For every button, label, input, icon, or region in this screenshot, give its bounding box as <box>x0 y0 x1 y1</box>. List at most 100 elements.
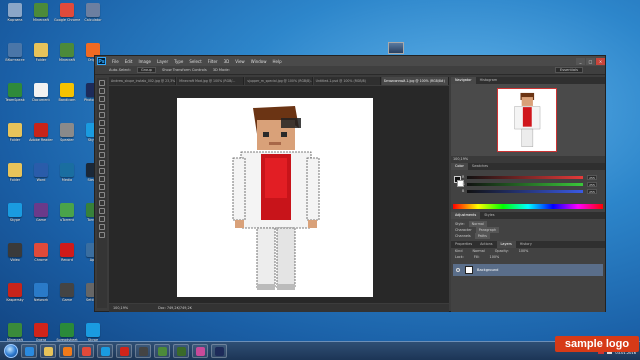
tab-layers[interactable]: Layers <box>496 241 516 248</box>
desktop-icon[interactable]: Adobe Reader <box>28 122 54 152</box>
desktop-icon[interactable]: uTorrent <box>54 202 80 232</box>
taskbar-item[interactable] <box>154 344 170 358</box>
lasso-tool-icon[interactable] <box>99 96 105 102</box>
blend-mode-dropdown[interactable]: Normal <box>472 249 484 253</box>
desktop-icon[interactable]: Bandicam <box>54 82 80 112</box>
desktop-icon[interactable]: Folder <box>28 42 54 72</box>
document-canvas[interactable] <box>177 98 373 297</box>
taskbar-item[interactable] <box>211 344 227 358</box>
color-value-field[interactable]: 255 <box>587 189 597 194</box>
tab-swatches[interactable]: Swatches <box>468 163 492 170</box>
menu-image[interactable]: Image <box>138 59 151 64</box>
layer-row[interactable]: Background <box>453 264 603 276</box>
desktop-icon[interactable]: Word <box>28 162 54 192</box>
document-tab-active[interactable]: Безымянный-1.jpg @ 100% (RGB/8#) <box>381 77 450 85</box>
desktop-icon[interactable]: Chrome <box>28 242 54 272</box>
fill-value[interactable]: 100% <box>490 255 500 259</box>
brush-tool-icon[interactable] <box>99 136 105 142</box>
desktop-icon[interactable]: Video <box>2 242 28 272</box>
tab-adjustments[interactable]: Adjustments <box>451 212 481 219</box>
menu-file[interactable]: File <box>112 59 119 64</box>
desktop-icon[interactable]: Kaspersky <box>2 282 28 312</box>
color-slider[interactable] <box>467 176 583 179</box>
menu-help[interactable]: Help <box>272 59 281 64</box>
blur-tool-icon[interactable] <box>99 176 105 182</box>
tab-actions[interactable]: Actions <box>476 241 496 248</box>
desktop-icon[interactable]: Folder <box>2 122 28 152</box>
workspace-dropdown[interactable]: Essentials <box>555 67 583 73</box>
menu-layer[interactable]: Layer <box>157 59 168 64</box>
desktop-icon[interactable]: ВКонтакте <box>2 42 28 72</box>
desktop-icon[interactable]: Корзина <box>2 2 28 32</box>
desktop-icon[interactable]: Speaker <box>54 122 80 152</box>
tab-paths[interactable]: Paths <box>474 233 490 239</box>
menu-view[interactable]: View <box>235 59 245 64</box>
dodge-tool-icon[interactable] <box>99 184 105 190</box>
hand-tool-icon[interactable] <box>99 224 105 230</box>
start-button[interactable] <box>4 344 18 358</box>
close-button[interactable]: × <box>596 57 605 65</box>
canvas-area[interactable] <box>109 86 449 303</box>
tab-history[interactable]: History <box>516 241 536 248</box>
layer-filter-kind[interactable]: Kind <box>455 249 462 253</box>
desktop-icon[interactable]: Game <box>54 282 80 312</box>
taskbar-item[interactable] <box>21 344 37 358</box>
opacity-value[interactable]: 100% <box>519 249 529 253</box>
tab-styles[interactable]: Styles <box>480 212 498 219</box>
shape-tool-icon[interactable] <box>99 216 105 222</box>
status-zoom[interactable]: 100,19% <box>113 304 128 312</box>
desktop-icon[interactable]: Skype <box>2 202 28 232</box>
tab-character[interactable]: Character <box>455 228 472 232</box>
desktop-icon[interactable]: Minecraft <box>54 42 80 72</box>
menu-3d[interactable]: 3D <box>224 59 230 64</box>
taskbar-item[interactable] <box>116 344 132 358</box>
pen-tool-icon[interactable] <box>99 192 105 198</box>
desktop-icon[interactable]: Media <box>54 162 80 192</box>
tab-channels[interactable]: Channels <box>455 234 471 238</box>
navigator-preview[interactable] <box>451 84 605 156</box>
menu-filter[interactable]: Filter <box>208 59 218 64</box>
marquee-tool-icon[interactable] <box>99 88 105 94</box>
gradient-tool-icon[interactable] <box>99 168 105 174</box>
transform-controls-checkbox[interactable]: Show Transform Controls <box>162 68 207 72</box>
menu-edit[interactable]: Edit <box>125 59 133 64</box>
tab-color[interactable]: Color <box>451 163 468 170</box>
color-spectrum[interactable] <box>453 204 603 209</box>
type-tool-icon[interactable] <box>99 200 105 206</box>
tab-histogram[interactable]: Histogram <box>476 77 502 84</box>
taskbar-item[interactable] <box>173 344 189 358</box>
menu-select[interactable]: Select <box>189 59 201 64</box>
desktop-icon[interactable]: Calculator <box>80 2 106 32</box>
minimize-button[interactable]: _ <box>576 57 585 65</box>
document-tab[interactable]: sjupper_m_special.jpg @ 100% (RGB/8)... <box>245 77 313 85</box>
taskbar-item[interactable] <box>97 344 113 358</box>
auto-select-dropdown[interactable]: Group <box>137 67 156 73</box>
healing-tool-icon[interactable] <box>99 128 105 134</box>
eyedropper-tool-icon[interactable] <box>99 120 105 126</box>
desktop-icon[interactable]: Document <box>28 82 54 112</box>
taskbar-item[interactable] <box>40 344 56 358</box>
layer-name[interactable]: Background <box>477 268 498 272</box>
taskbar-item[interactable] <box>59 344 75 358</box>
document-tab[interactable]: Minecraft Mod.jpg @ 100% (RGB/... <box>177 77 245 85</box>
history-brush-icon[interactable] <box>99 152 105 158</box>
color-value-field[interactable]: 255 <box>587 175 597 180</box>
desktop-icon[interactable]: Folder <box>2 162 28 192</box>
color-slider[interactable] <box>467 190 583 193</box>
color-value-field[interactable]: 255 <box>587 182 597 187</box>
desktop-icon[interactable]: Google Chrome <box>54 2 80 32</box>
maximize-button[interactable]: □ <box>586 57 595 65</box>
desktop-icon[interactable]: Game <box>28 202 54 232</box>
quick-select-tool-icon[interactable] <box>99 104 105 110</box>
desktop-icon[interactable]: TeamSpeak <box>2 82 28 112</box>
zoom-tool-icon[interactable] <box>99 232 105 238</box>
color-slider[interactable] <box>467 183 583 186</box>
navigator-zoom[interactable]: 100,19% <box>451 156 605 163</box>
taskbar-item[interactable] <box>135 344 151 358</box>
menu-window[interactable]: Window <box>251 59 267 64</box>
stamp-tool-icon[interactable] <box>99 144 105 150</box>
eye-icon[interactable] <box>456 268 460 272</box>
taskbar-item[interactable] <box>78 344 94 358</box>
desktop-icon[interactable]: Minecraft <box>28 2 54 32</box>
menu-type[interactable]: Type <box>174 59 183 64</box>
